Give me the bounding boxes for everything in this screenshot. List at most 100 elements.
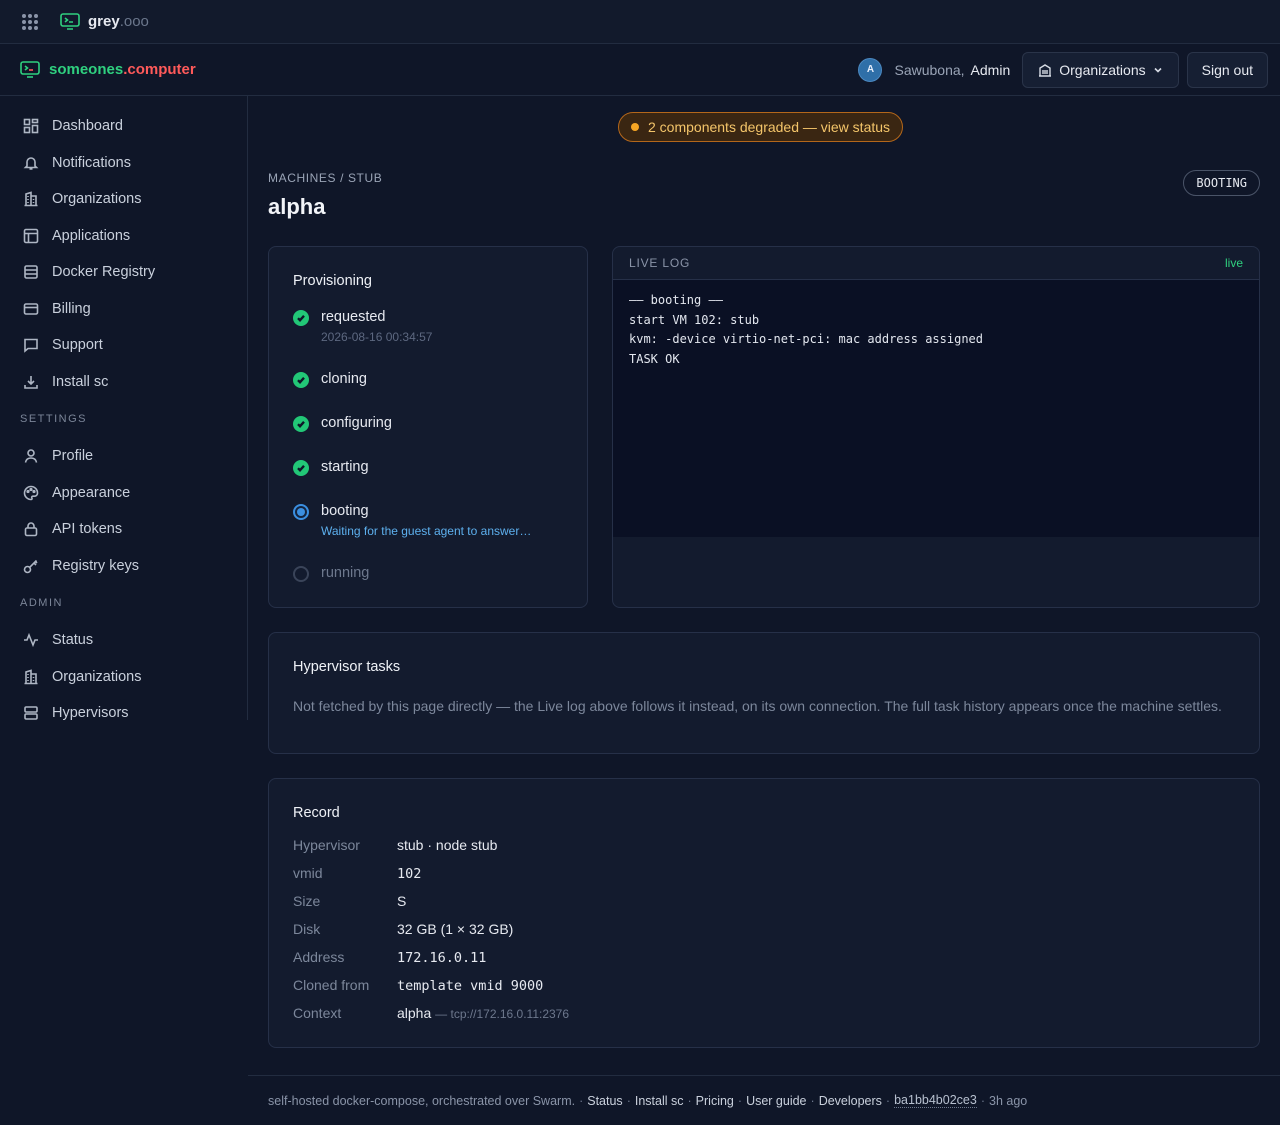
record-key: Disk [293, 921, 321, 937]
record-row-disk: Disk 32 GB (1 × 32 GB) [293, 921, 513, 937]
sidebar-item-docker-registry[interactable]: Docker Registry [0, 254, 247, 291]
footer-link-status[interactable]: Status [587, 1094, 622, 1108]
check-circle-icon [293, 460, 309, 476]
commit-hash[interactable]: ba1bb4b02ce3 [894, 1093, 977, 1108]
footer-link-install-sc[interactable]: Install sc [635, 1094, 684, 1108]
sidebar-item-install-sc[interactable]: Install sc [0, 364, 247, 401]
bell-icon [23, 156, 39, 170]
building-icon [1039, 63, 1052, 77]
record-value: stub · node stub [397, 837, 498, 853]
sidebar-item-profile[interactable]: Profile [0, 438, 247, 475]
record-value: 102 [397, 866, 422, 882]
sidebar-item-hypervisors[interactable]: Hypervisors [0, 695, 247, 732]
context-endpoint: — tcp://172.16.0.11:2376 [435, 1007, 570, 1021]
sidebar-item-dashboard[interactable]: Dashboard [0, 108, 247, 145]
provisioning-heading: Provisioning [293, 273, 372, 289]
footer-link-pricing[interactable]: Pricing [696, 1094, 734, 1108]
organizations-dropdown-button[interactable]: Organizations [1022, 51, 1179, 88]
apps-grid-icon[interactable] [22, 13, 38, 30]
sidebar-item-label: Organizations [52, 191, 142, 208]
admin-heading: ADMIN [20, 597, 63, 609]
record-value: 172.16.0.11 [397, 950, 487, 966]
sidebar-item-applications[interactable]: Applications [0, 218, 247, 255]
sidebar-item-label: Applications [52, 227, 131, 244]
log-output[interactable]: —— booting —— start VM 102: stub kvm: -d… [613, 280, 1259, 537]
progress-dot-icon [293, 504, 309, 520]
log-line: —— booting —— [629, 293, 723, 307]
brand-name: grey [88, 13, 120, 30]
brand-part-2: .computer [123, 61, 196, 78]
footer: self-hosted docker-compose, orchestrated… [248, 1075, 1280, 1125]
provisioning-card: Provisioning requested 2026-08-16 00:34:5… [268, 246, 588, 608]
layout-icon [23, 228, 39, 244]
record-row-size: Size S [293, 893, 406, 909]
sidebar-item-label: Support [52, 337, 103, 354]
terminal-monitor-icon [60, 12, 80, 30]
degraded-status-banner[interactable]: 2 components degraded — view status [618, 112, 904, 142]
credit-card-icon [23, 302, 39, 315]
sidebar-item-admin-organizations[interactable]: Organizations [0, 659, 247, 696]
record-key: Size [293, 893, 321, 909]
record-heading: Record [293, 805, 340, 821]
log-line: kvm: -device virtio-net-pci: mac address… [629, 332, 984, 347]
sidebar-item-label: Dashboard [52, 118, 123, 135]
live-log-heading: LIVE LOG [629, 256, 691, 270]
sidebar-item-api-tokens[interactable]: API tokens [0, 511, 247, 548]
sidebar-item-support[interactable]: Support [0, 327, 247, 364]
key-icon [23, 559, 38, 574]
sidebar-item-notifications[interactable]: Notifications [0, 145, 247, 182]
step-label: requested [321, 309, 386, 325]
check-circle-icon [293, 372, 309, 388]
sidebar-item-label: Install sc [52, 373, 109, 390]
record-value: template vmid 9000 [397, 978, 544, 994]
step-label: configuring [321, 415, 392, 431]
record-key: Context [293, 1005, 342, 1021]
app-header: someones.computer A Sawubona, Admin Orga… [0, 44, 1280, 96]
step-booting: booting Waiting for the guest agent to an… [293, 503, 531, 538]
record-key: Address [293, 949, 345, 965]
status-badge: BOOTING [1183, 170, 1260, 196]
breadcrumb[interactable]: MACHINES / STUB [268, 171, 382, 185]
step-requested: requested 2026-08-16 00:34:57 [293, 309, 432, 344]
warning-dot-icon [631, 123, 639, 131]
log-line: start VM 102: stub [629, 312, 760, 327]
app-brand[interactable]: someones.computer [20, 60, 196, 79]
chevron-down-icon [1154, 67, 1162, 73]
sidebar-item-label: Status [52, 632, 94, 649]
step-timestamp: 2026-08-16 00:34:57 [321, 330, 433, 344]
database-icon [24, 265, 38, 280]
check-circle-icon [293, 310, 309, 326]
step-cloning: cloning [293, 371, 367, 388]
record-row-hypervisor: Hypervisor stub · node stub [293, 837, 497, 853]
sidebar-item-label: Hypervisors [52, 705, 129, 722]
record-value: S [397, 893, 407, 909]
step-label: booting [321, 503, 369, 519]
avatar[interactable]: A [858, 57, 883, 82]
sidebar-item-appearance[interactable]: Appearance [0, 475, 247, 512]
sidebar-item-label: Billing [52, 300, 91, 317]
grey-brand[interactable]: grey.ooo [60, 12, 149, 31]
brand-part-1: someones [49, 61, 124, 78]
live-indicator: live [1224, 256, 1243, 270]
footer-link-developers[interactable]: Developers [819, 1094, 882, 1108]
build-age: 3h ago [989, 1093, 1028, 1108]
sidebar-item-registry-keys[interactable]: Registry keys [0, 548, 247, 585]
sidebar-item-billing[interactable]: Billing [0, 291, 247, 328]
log-line: TASK OK [629, 352, 680, 367]
footer-link-user-guide[interactable]: User guide [746, 1094, 806, 1108]
user-name: Admin [970, 61, 1011, 78]
record-row-address: Address 172.16.0.11 [293, 949, 486, 966]
sidebar-item-label: Docker Registry [52, 264, 156, 281]
sidebar-item-status[interactable]: Status [0, 622, 247, 659]
live-log-header: LIVE LOG live [613, 247, 1259, 280]
sidebar-item-organizations[interactable]: Organizations [0, 181, 247, 218]
step-label: starting [321, 459, 369, 475]
dashboard-icon [23, 118, 39, 134]
lock-icon [24, 522, 38, 537]
hypervisor-tasks-note: Not fetched by this page directly — the … [293, 698, 1222, 714]
footer-tagline: self-hosted docker-compose, orchestrated… [268, 1093, 576, 1108]
record-key: Cloned from [293, 977, 370, 993]
sign-out-button[interactable]: Sign out [1186, 51, 1268, 88]
sidebar-item-label: Profile [52, 448, 94, 465]
server-icon [24, 706, 38, 721]
